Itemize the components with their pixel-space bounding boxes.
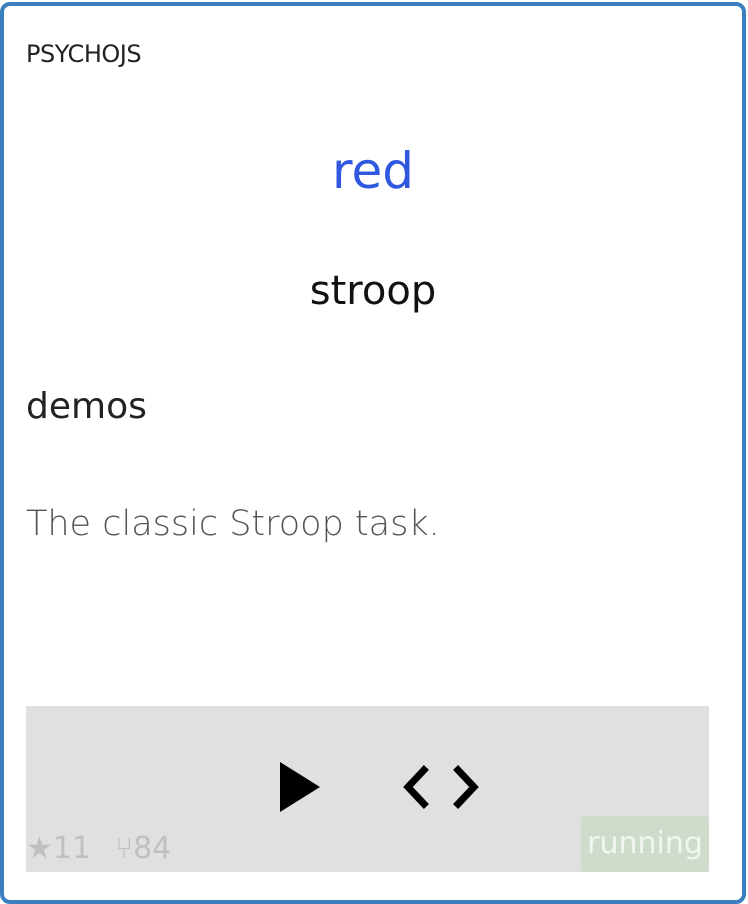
- star-icon: ★: [26, 831, 53, 866]
- code-icon[interactable]: [402, 762, 482, 812]
- stimulus-word: red: [332, 142, 414, 200]
- star-count: ★11: [26, 831, 92, 866]
- platform-label: PSYCHOJS: [26, 40, 142, 68]
- play-icon[interactable]: [280, 762, 320, 812]
- fork-icon: ⑂: [115, 831, 134, 866]
- card-footer: ★11 ⑂84 running: [26, 706, 709, 872]
- experiment-card[interactable]: PSYCHOJS red stroop demos The classic St…: [0, 2, 746, 904]
- status-badge: running: [581, 816, 709, 872]
- experiment-description: The classic Stroop task.: [26, 504, 440, 544]
- experiment-title[interactable]: stroop: [4, 268, 742, 314]
- repo-stats: ★11 ⑂84: [26, 831, 195, 866]
- fork-count: ⑂84: [115, 831, 172, 866]
- experiment-category: demos: [26, 386, 147, 427]
